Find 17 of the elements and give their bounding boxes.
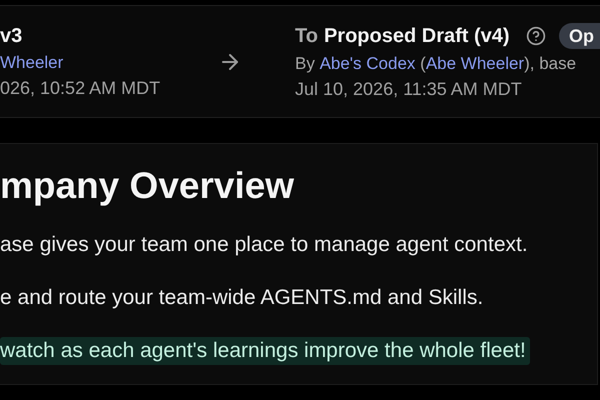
open-button[interactable]: Op (559, 23, 600, 49)
version-date: Jul 10, 2026, 11:35 AM MDT (295, 79, 523, 100)
paragraph: e and route your team-wide AGENTS.md and Skills. (0, 285, 484, 311)
byline-text: By (295, 54, 316, 74)
author-link[interactable]: Wheeler (0, 52, 64, 72)
byline-text: ( (419, 54, 426, 74)
version-title: Proposed Draft (v4) (324, 24, 510, 48)
document-heading: mpany Overview (0, 164, 296, 207)
version-date: 026, 10:52 AM MDT (0, 78, 162, 98)
paragraph: ase gives your team one place to manage agent context. (0, 232, 528, 258)
version-title: v3 (0, 24, 24, 48)
highlighted-text: watch as each agent's learnings improve the whole fleet! (0, 337, 530, 365)
help-icon[interactable] (526, 26, 546, 46)
author-link[interactable]: Abe's Codex (320, 54, 416, 74)
to-label: To (295, 24, 318, 48)
byline-text: ), base (524, 54, 576, 74)
author-link[interactable]: Abe Wheeler (426, 54, 524, 74)
